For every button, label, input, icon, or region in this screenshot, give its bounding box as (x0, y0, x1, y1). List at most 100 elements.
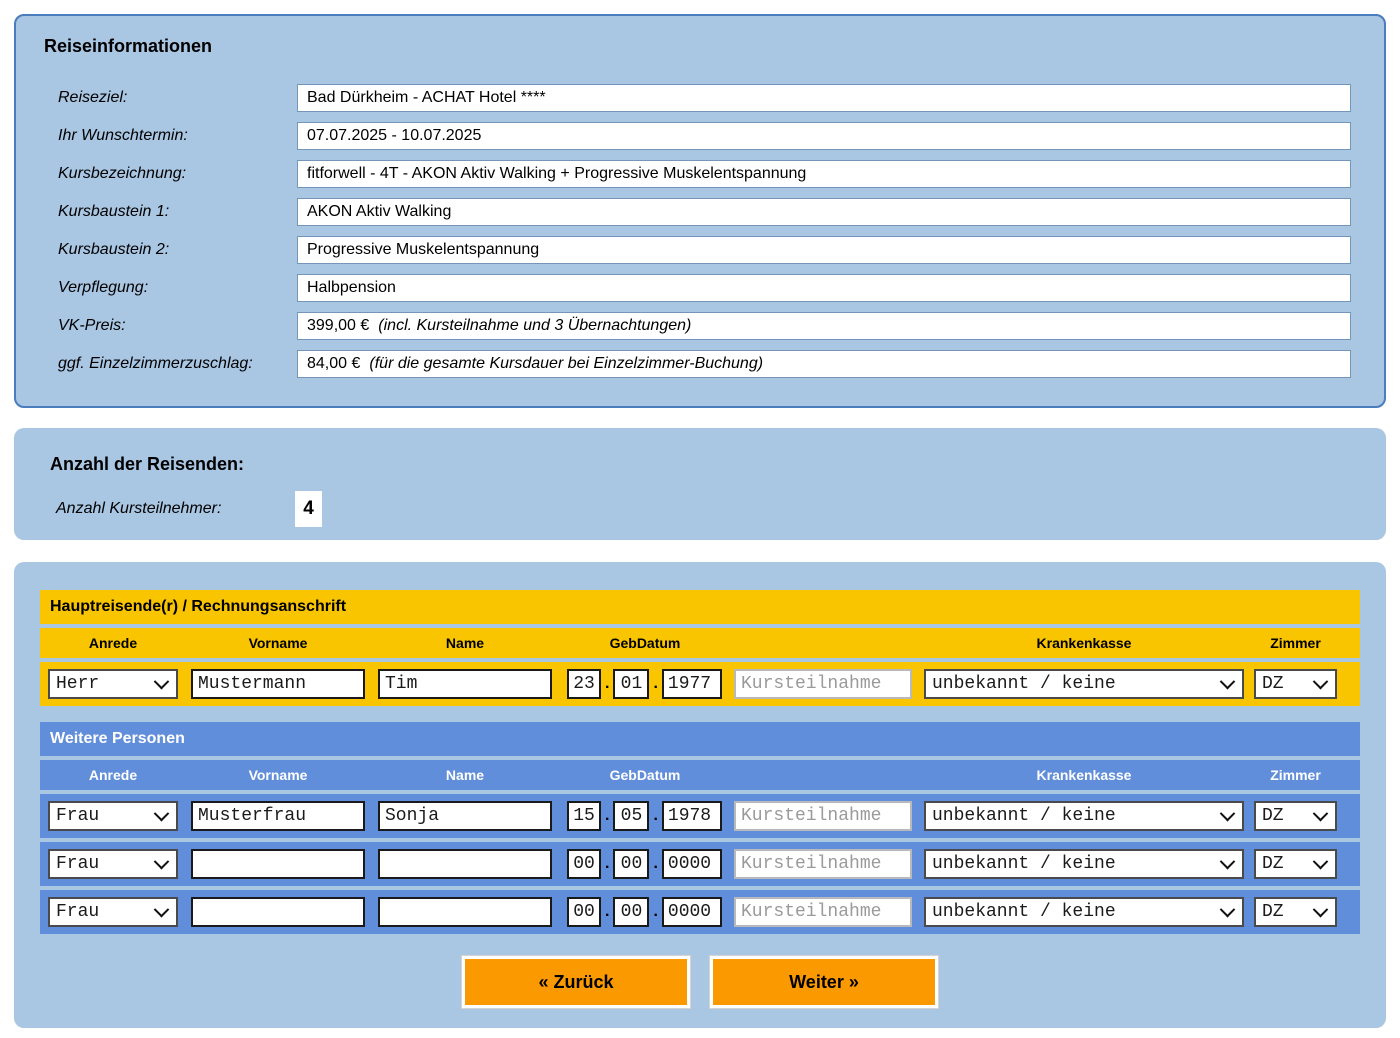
additional-person-row-1: Frau . . unbekannt / keine (40, 794, 1360, 838)
vorname-input[interactable] (191, 669, 365, 699)
birth-year-input[interactable] (662, 669, 722, 699)
chevron-down-icon (1313, 853, 1329, 869)
field-value: fitforwell - 4T - AKON Aktiv Walking + P… (307, 165, 806, 183)
field-value: Bad Dürkheim - ACHAT Hotel **** (307, 89, 546, 107)
chevron-down-icon (1313, 805, 1329, 821)
back-button[interactable]: « Zurück (462, 956, 690, 1008)
field-note: (für die gesamte Kursdauer bei Einzelzim… (369, 355, 763, 373)
column-header-vorname: Vorname (191, 635, 365, 651)
birth-day-input[interactable] (567, 801, 601, 831)
field-value-box: AKON Aktiv Walking (297, 198, 1351, 226)
birth-month-input[interactable] (613, 849, 649, 879)
zimmer-select[interactable]: DZ (1254, 897, 1337, 927)
column-header-gebdatum: GebDatum (567, 635, 723, 651)
krankenkasse-select[interactable]: unbekannt / keine (924, 849, 1244, 879)
anrede-select-value: Frau (56, 854, 99, 874)
name-input[interactable] (378, 897, 552, 927)
field-value: 07.07.2025 - 10.07.2025 (307, 127, 481, 145)
column-header-krankenkasse: Krankenkasse (924, 767, 1244, 783)
field-label: Kursbaustein 1: (44, 203, 297, 221)
field-row-wunschtermin: Ihr Wunschtermin: 07.07.2025 - 10.07.202… (44, 117, 1351, 155)
field-value: 399,00 € (307, 317, 369, 335)
field-value-box: fitforwell - 4T - AKON Aktiv Walking + P… (297, 160, 1351, 188)
weitere-personen-header: Weitere Personen (40, 722, 1360, 756)
name-input[interactable] (378, 669, 552, 699)
field-row-verpflegung: Verpflegung: Halbpension (44, 269, 1351, 307)
name-input[interactable] (378, 801, 552, 831)
date-separator: . (653, 903, 657, 921)
main-traveller-header: Hauptreisende(r) / Rechnungsanschrift (40, 590, 1360, 624)
krankenkasse-select-value: unbekannt / keine (932, 902, 1116, 922)
anrede-select-value: Herr (56, 674, 99, 694)
column-header-zimmer: Zimmer (1254, 635, 1337, 651)
trip-info-title: Reiseinformationen (44, 36, 1351, 57)
field-label: Kursbaustein 2: (44, 241, 297, 259)
chevron-down-icon (154, 805, 170, 821)
krankenkasse-select[interactable]: unbekannt / keine (924, 669, 1244, 699)
date-separator: . (653, 675, 657, 693)
travellers-count-label: Anzahl Kursteilnehmer: (50, 500, 295, 518)
anrede-select[interactable]: Herr (48, 669, 178, 699)
field-value-box: 07.07.2025 - 10.07.2025 (297, 122, 1351, 150)
chevron-down-icon (154, 853, 170, 869)
field-row-vk-preis: VK-Preis: 399,00 € (incl. Kursteilnahme … (44, 307, 1351, 345)
birth-day-input[interactable] (567, 849, 601, 879)
weitere-personen-column-headers: Anrede Vorname Name GebDatum Krankenkass… (40, 760, 1360, 790)
zimmer-select-value: DZ (1262, 902, 1284, 922)
column-header-anrede: Anrede (48, 635, 178, 651)
birth-year-input[interactable] (662, 801, 722, 831)
chevron-down-icon (1313, 901, 1329, 917)
field-value-box: 84,00 € (für die gesamte Kursdauer bei E… (297, 350, 1351, 378)
kursteilnahme-input (734, 801, 912, 831)
field-note: (incl. Kursteilnahme und 3 Übernachtunge… (378, 317, 691, 335)
next-button[interactable]: Weiter » (710, 956, 938, 1008)
zimmer-select[interactable]: DZ (1254, 849, 1337, 879)
vorname-input[interactable] (191, 801, 365, 831)
anrede-select[interactable]: Frau (48, 849, 178, 879)
additional-person-row-2: Frau . . unbekannt / keine (40, 842, 1360, 886)
zimmer-select[interactable]: DZ (1254, 801, 1337, 831)
anrede-select-value: Frau (56, 902, 99, 922)
date-separator: . (605, 807, 609, 825)
anrede-select[interactable]: Frau (48, 897, 178, 927)
additional-person-row-3: Frau . . unbekannt / keine (40, 890, 1360, 934)
chevron-down-icon (154, 673, 170, 689)
field-label: VK-Preis: (44, 317, 297, 335)
name-input[interactable] (378, 849, 552, 879)
birth-day-input[interactable] (567, 897, 601, 927)
anrede-select[interactable]: Frau (48, 801, 178, 831)
booking-page: Reiseinformationen Reiseziel: Bad Dürkhe… (0, 0, 1400, 1038)
birth-month-input[interactable] (613, 801, 649, 831)
travellers-count-value: 4 (295, 491, 322, 527)
birth-month-input[interactable] (613, 897, 649, 927)
birth-year-input[interactable] (662, 849, 722, 879)
date-separator: . (605, 855, 609, 873)
column-header-vorname: Vorname (191, 767, 365, 783)
chevron-down-icon (154, 901, 170, 917)
field-row-kursbaustein-1: Kursbaustein 1: AKON Aktiv Walking (44, 193, 1351, 231)
field-value-box: Bad Dürkheim - ACHAT Hotel **** (297, 84, 1351, 112)
date-separator: . (605, 675, 609, 693)
zimmer-select-value: DZ (1262, 806, 1284, 826)
field-label: Kursbezeichnung: (44, 165, 297, 183)
birth-day-input[interactable] (567, 669, 601, 699)
field-label: Ihr Wunschtermin: (44, 127, 297, 145)
zimmer-select[interactable]: DZ (1254, 669, 1337, 699)
anrede-select-value: Frau (56, 806, 99, 826)
field-label: ggf. Einzelzimmerzuschlag: (44, 355, 297, 373)
krankenkasse-select-value: unbekannt / keine (932, 674, 1116, 694)
kursteilnahme-input (734, 849, 912, 879)
chevron-down-icon (1220, 805, 1236, 821)
vorname-input[interactable] (191, 849, 365, 879)
birth-year-input[interactable] (662, 897, 722, 927)
travellers-count-title: Anzahl der Reisenden: (50, 454, 1386, 475)
krankenkasse-select[interactable]: unbekannt / keine (924, 897, 1244, 927)
krankenkasse-select-value: unbekannt / keine (932, 854, 1116, 874)
field-label: Verpflegung: (44, 279, 297, 297)
krankenkasse-select[interactable]: unbekannt / keine (924, 801, 1244, 831)
vorname-input[interactable] (191, 897, 365, 927)
field-row-kursbezeichnung: Kursbezeichnung: fitforwell - 4T - AKON … (44, 155, 1351, 193)
navigation-buttons: « Zurück Weiter » (40, 956, 1360, 1008)
persons-panel: Hauptreisende(r) / Rechnungsanschrift An… (14, 562, 1386, 1028)
birth-month-input[interactable] (613, 669, 649, 699)
